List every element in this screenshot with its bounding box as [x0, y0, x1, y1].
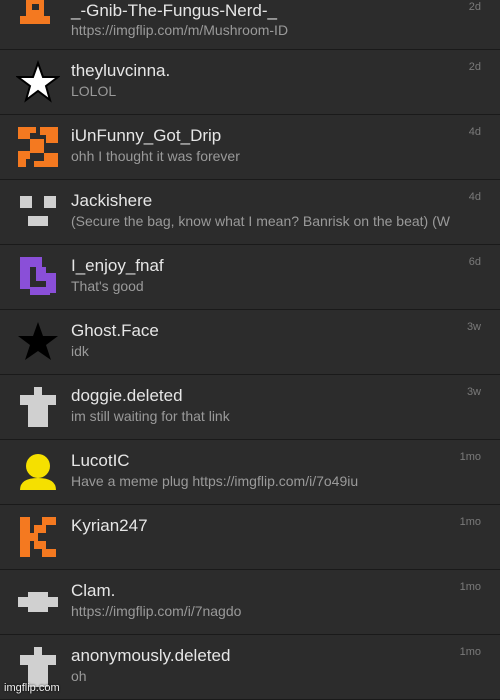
timestamp: 1mo — [459, 516, 481, 528]
message-preview: LOLOL — [71, 83, 117, 99]
timestamp: 1mo — [459, 451, 481, 463]
timestamp: 3w — [466, 386, 481, 398]
purple-pixel-glyph-icon — [16, 255, 60, 299]
black-star-icon — [16, 320, 60, 364]
username: doggie.deleted — [71, 386, 183, 405]
conversation-row[interactable]: Jackishere (Secure the bag, know what I … — [0, 180, 500, 245]
orange-pixel-pattern-icon — [16, 125, 60, 169]
conversation-row[interactable]: Ghost.Face idk 3w — [0, 310, 500, 375]
timestamp: 1mo — [459, 581, 481, 593]
timestamp: 3w — [466, 321, 481, 333]
username: iUnFunny_Got_Drip — [71, 126, 222, 145]
conversation-row[interactable]: iUnFunny_Got_Drip ohh I thought it was f… — [0, 115, 500, 180]
timestamp: 2d — [468, 61, 481, 73]
message-preview: ohh I thought it was forever — [71, 148, 240, 164]
conversation-row[interactable]: _-Gnib-The-Fungus-Nerd-_ https://imgflip… — [0, 0, 500, 50]
conversation-row[interactable]: I_enjoy_fnaf That's good 6d — [0, 245, 500, 310]
message-preview: That's good — [71, 278, 144, 294]
white-star-icon — [16, 60, 60, 104]
message-preview: (Secure the bag, know what I mean? Banri… — [71, 213, 450, 229]
username: Jackishere — [71, 191, 153, 210]
conversation-row[interactable]: theyluvcinna. LOLOL 2d — [0, 50, 500, 115]
username: Ghost.Face — [71, 321, 159, 340]
conversation-row[interactable]: Clam. https://imgflip.com/i/7nagdo 1mo — [0, 570, 500, 635]
timestamp: 4d — [468, 191, 481, 203]
orange-letter-k-icon — [16, 515, 60, 559]
yellow-person-icon — [16, 450, 60, 494]
gray-block-face-icon — [16, 190, 60, 234]
username: LucotIC — [71, 451, 130, 470]
username: Clam. — [71, 581, 116, 600]
gray-shirt-icon — [16, 385, 60, 429]
timestamp: 2d — [468, 1, 481, 13]
username: theyluvcinna. — [71, 61, 171, 80]
imgflip-watermark: imgflip.com — [4, 682, 60, 694]
orange-block-face-icon — [16, 0, 60, 44]
timestamp: 1mo — [459, 646, 481, 658]
message-preview: oh — [71, 668, 87, 684]
timestamp: 6d — [468, 256, 481, 268]
username: anonymously.deleted — [71, 646, 231, 665]
username: Kyrian247 — [71, 516, 148, 535]
conversation-row[interactable]: doggie.deleted im still waiting for that… — [0, 375, 500, 440]
message-preview: idk — [71, 343, 89, 359]
conversation-row[interactable]: Kyrian247 1mo — [0, 505, 500, 570]
message-preview: https://imgflip.com/m/Mushroom-ID — [71, 22, 289, 38]
timestamp: 4d — [468, 126, 481, 138]
conversation-list: _-Gnib-The-Fungus-Nerd-_ https://imgflip… — [0, 0, 500, 700]
conversation-row[interactable]: anonymously.deleted oh 1mo — [0, 635, 500, 700]
gray-fish-shape-icon — [16, 580, 60, 624]
message-preview: https://imgflip.com/i/7nagdo — [71, 603, 242, 619]
username: I_enjoy_fnaf — [71, 256, 164, 275]
conversation-row[interactable]: LucotIC Have a meme plug https://imgflip… — [0, 440, 500, 505]
message-preview: Have a meme plug https://imgflip.com/i/7… — [71, 473, 359, 489]
message-preview: im still waiting for that link — [71, 408, 230, 424]
username: _-Gnib-The-Fungus-Nerd-_ — [71, 1, 277, 20]
